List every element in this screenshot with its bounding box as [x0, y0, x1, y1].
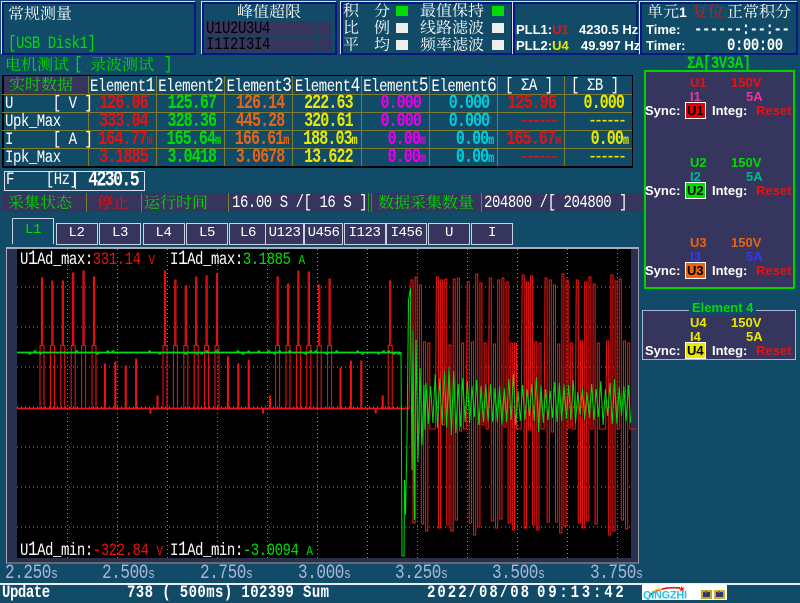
svg-text:QINGZHI: QINGZHI	[643, 590, 687, 601]
